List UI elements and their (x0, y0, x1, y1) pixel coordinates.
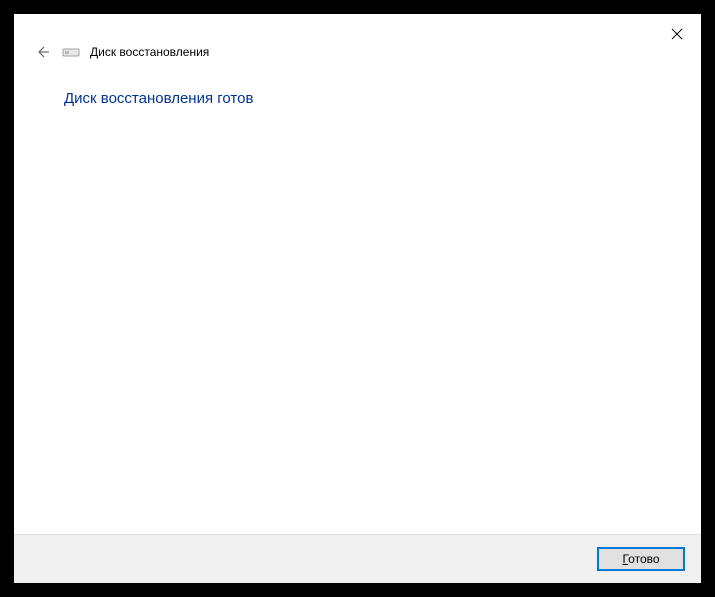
close-icon (671, 28, 683, 40)
close-button[interactable] (667, 24, 687, 44)
header-row: Диск восстановления (14, 14, 701, 62)
done-rest: отово (628, 552, 659, 566)
footer-bar: Готово (14, 534, 701, 583)
drive-icon (62, 45, 80, 59)
done-button[interactable]: Готово (597, 547, 685, 571)
window-title: Диск восстановления (90, 45, 209, 59)
back-button[interactable] (32, 42, 52, 62)
content-area: Диск восстановления готов (14, 62, 701, 534)
dialog-window: Диск восстановления Диск восстановления … (14, 14, 701, 583)
main-heading: Диск восстановления готов (64, 90, 701, 107)
back-arrow-icon (34, 44, 50, 60)
